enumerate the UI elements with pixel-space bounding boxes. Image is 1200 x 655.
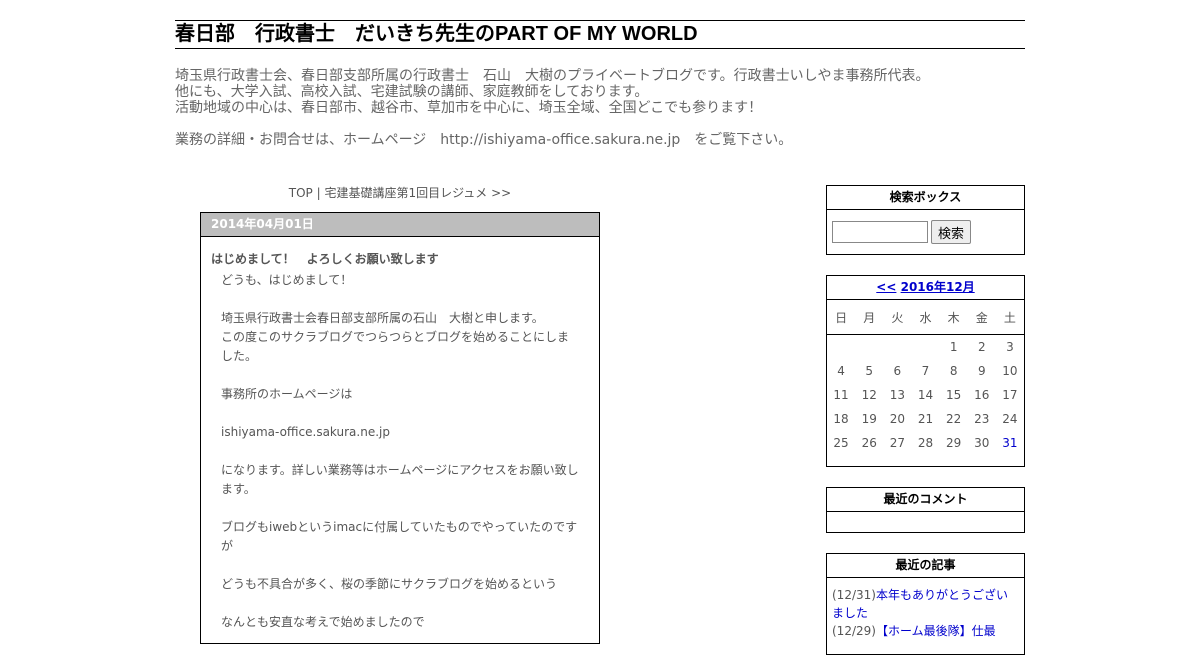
calendar-day: 9 bbox=[977, 364, 986, 378]
entry-date: 2014年04月01日 bbox=[201, 213, 599, 237]
site-description: 埼玉県行政書士会、春日部支部所属の行政書士 石山 大樹のプライベートブログです。… bbox=[175, 68, 1025, 148]
entry-body: どうも、はじめまして！ 埼玉県行政書士会春日部支部所属の石山 大樹と申します。 … bbox=[201, 267, 599, 632]
description-line-3: 活動地域の中心は、春日部市、越谷市、草加市を中心に、埼玉全域、全国どこでも参りま… bbox=[175, 100, 763, 116]
entry-paragraph: になります。詳しい業務等はホームページにアクセスをお願い致します。 bbox=[221, 463, 579, 496]
calendar-day: 6 bbox=[893, 364, 902, 378]
calendar-day[interactable]: 31 bbox=[996, 431, 1024, 455]
recent-comments-heading: 最近のコメント bbox=[827, 488, 1024, 512]
entry-paragraph: なんとも安直な考えで始めましたので bbox=[221, 615, 425, 629]
calendar-day: 22 bbox=[945, 412, 962, 426]
entry-title: はじめまして！ よろしくお願い致します bbox=[211, 252, 439, 266]
calendar-day: 13 bbox=[889, 388, 905, 402]
recent-entries-box: 最近の記事 (12/31)本年もありがとうございました (12/29)【ホーム最… bbox=[826, 553, 1025, 655]
calendar-day: 8 bbox=[949, 364, 958, 378]
recent-entries-list: (12/31)本年もありがとうございました (12/29)【ホーム最後隊】仕最 bbox=[827, 578, 1024, 640]
calendar-weekday: 木 bbox=[939, 300, 968, 335]
entry-paragraph: この度このサクラブログでつらつらとブログを始めることにしました。 bbox=[221, 330, 570, 363]
calendar-day: 12 bbox=[861, 388, 877, 402]
calendar-day: 11 bbox=[833, 388, 849, 402]
entry-paragraph: どうも、はじめまして！ bbox=[221, 273, 353, 287]
calendar-day: 28 bbox=[917, 436, 934, 450]
calendar-month-link[interactable]: 2016年12月 bbox=[901, 280, 975, 294]
search-button[interactable]: 検索 bbox=[931, 220, 972, 244]
entry-navigation: TOP | 宅建基礎講座第1回目レジュメ >> bbox=[200, 185, 600, 201]
entry-paragraph: どうも不具合が多く、桜の季節にサクラブログを始めるという bbox=[221, 577, 558, 591]
description-line-2: 他にも、大学入試、高校入試、宅建試験の講師、家庭教師をしております。 bbox=[175, 84, 649, 100]
entry-paragraph: 事務所のホームページは bbox=[221, 387, 353, 401]
calendar-weekday: 火 bbox=[883, 300, 912, 335]
calendar-day: 15 bbox=[945, 388, 962, 402]
nav-separator: | bbox=[316, 186, 321, 200]
entry-paragraph: ishiyama-office.sakura.ne.jp bbox=[221, 425, 390, 439]
calendar-day: 24 bbox=[1002, 412, 1018, 426]
site-title[interactable]: 春日部 行政書士 だいきち先生のPART OF MY WORLD bbox=[175, 20, 1025, 49]
calendar-day: 10 bbox=[1002, 364, 1018, 378]
top-link[interactable]: TOP bbox=[289, 186, 313, 200]
calendar-day: 19 bbox=[861, 412, 877, 426]
recent-entry-link[interactable]: 【ホーム最後隊】仕最 bbox=[876, 624, 996, 638]
calendar-day: 17 bbox=[1002, 388, 1018, 402]
calendar-weekday: 日 bbox=[827, 300, 856, 335]
calendar-empty-cell bbox=[855, 335, 883, 360]
calendar-day: 20 bbox=[889, 412, 905, 426]
contact-line: 業務の詳細・お問合せは、ホームページ http://ishiyama-offic… bbox=[175, 132, 793, 148]
calendar-empty-cell bbox=[883, 335, 911, 360]
calendar-day: 29 bbox=[945, 436, 962, 450]
calendar-day: 7 bbox=[921, 364, 930, 378]
recent-entries-heading: 最近の記事 bbox=[827, 554, 1024, 578]
calendar-grid: 日 月 火 水 木 金 土 1 2 3 4 5 6 7 8 9 10 11 12 13 14 15 16 17 1… bbox=[827, 300, 1024, 455]
calendar-day: 1 bbox=[949, 340, 958, 354]
entry-paragraph: 埼玉県行政書士会春日部支部所属の石山 大樹と申します。 bbox=[221, 311, 544, 325]
search-input[interactable] bbox=[832, 221, 928, 243]
calendar-day: 26 bbox=[861, 436, 877, 450]
calendar-weekday: 金 bbox=[967, 300, 996, 335]
calendar-prev-link[interactable]: << bbox=[876, 280, 896, 294]
calendar-weekday: 水 bbox=[911, 300, 940, 335]
search-box: 検索ボックス 検索 bbox=[826, 185, 1025, 255]
recent-entry-date: (12/29) bbox=[832, 624, 876, 638]
recent-entry-date: (12/31) bbox=[832, 588, 876, 602]
calendar-day: 16 bbox=[974, 388, 990, 402]
calendar-day: 4 bbox=[837, 364, 845, 378]
blog-entry: 2014年04月01日 はじめまして！ よろしくお願い致します どうも、はじめま… bbox=[200, 212, 600, 644]
calendar-empty-cell bbox=[911, 335, 939, 360]
search-box-heading: 検索ボックス bbox=[827, 186, 1024, 210]
calendar-day: 21 bbox=[917, 412, 934, 426]
calendar-day: 30 bbox=[974, 436, 990, 450]
description-line-1: 埼玉県行政書士会、春日部支部所属の行政書士 石山 大樹のプライベートブログです。… bbox=[175, 68, 930, 84]
calendar-header: << 2016年12月 bbox=[827, 276, 1024, 300]
calendar-day: 3 bbox=[1006, 340, 1014, 354]
calendar-empty-cell bbox=[827, 335, 855, 360]
calendar-weekday: 月 bbox=[855, 300, 884, 335]
calendar-day: 14 bbox=[917, 388, 934, 402]
calendar-weekday: 土 bbox=[995, 300, 1024, 335]
calendar-day: 25 bbox=[833, 436, 849, 450]
calendar-day: 18 bbox=[833, 412, 849, 426]
recent-comments-box: 最近のコメント bbox=[826, 487, 1025, 533]
calendar-day: 23 bbox=[974, 412, 990, 426]
calendar: << 2016年12月 日 月 火 水 木 金 土 1 2 3 4 5 6 7 8 9 10 11 1… bbox=[826, 275, 1025, 467]
next-entry-link[interactable]: 宅建基礎講座第1回目レジュメ >> bbox=[324, 186, 511, 200]
entry-paragraph: ブログもiwebというimacに付属していたものでやっていたのですが bbox=[221, 520, 578, 553]
calendar-day: 5 bbox=[865, 364, 874, 378]
calendar-day: 2 bbox=[977, 340, 986, 354]
calendar-day: 27 bbox=[889, 436, 905, 450]
